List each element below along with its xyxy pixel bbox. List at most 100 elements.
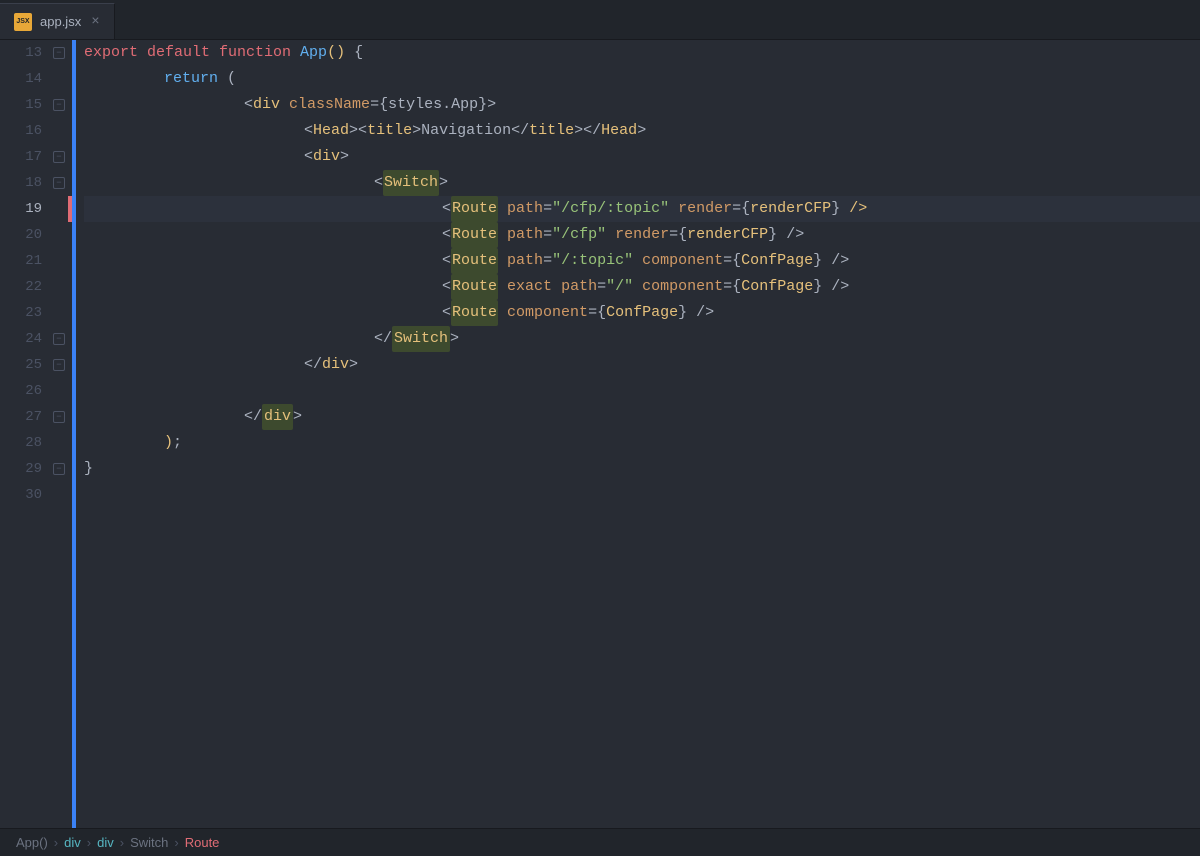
attr-path-21: path	[507, 248, 543, 274]
brace-20a: {	[678, 222, 687, 248]
space-22b	[552, 274, 561, 300]
space-21a	[498, 248, 507, 274]
ln-19: 19	[18, 196, 42, 222]
app-jsx-tab[interactable]: JSX app.jsx ×	[0, 3, 115, 39]
code-content[interactable]: export default function App() { return (…	[76, 40, 1200, 828]
ln-20: 20	[18, 222, 42, 248]
space-21b	[633, 248, 642, 274]
brace-20b: }	[768, 222, 777, 248]
tag-route-21: Route	[451, 248, 498, 274]
code-line-30	[84, 482, 1200, 508]
space-20a	[498, 222, 507, 248]
brace-19b: }	[831, 196, 840, 222]
tag-div-close-27: div	[262, 404, 293, 430]
lt-16: <	[304, 118, 313, 144]
fold-icon-15[interactable]: −	[53, 99, 65, 111]
eq-20a: =	[543, 222, 552, 248]
fold-18[interactable]: −	[50, 170, 68, 196]
fold-15[interactable]: −	[50, 92, 68, 118]
tag-switch-close-24: Switch	[392, 326, 450, 352]
kw-default: default	[147, 40, 219, 66]
space-20b	[606, 222, 615, 248]
code-area: 13 14 15 16 17 18 19 20 21 22 23 24 25 2…	[0, 40, 1200, 828]
attr-path-19: path	[507, 196, 543, 222]
breadcrumb: App() › div › div › Switch › Route	[16, 835, 219, 850]
val-rendercfp-20: renderCFP	[687, 222, 768, 248]
fold-27[interactable]: −	[50, 404, 68, 430]
code-line-28: );	[84, 430, 1200, 456]
code-line-29: }	[84, 456, 1200, 482]
gt-16b: >	[412, 118, 421, 144]
code-line-21: <Route path="/:topic" component={ConfPag…	[84, 248, 1200, 274]
bc-switch: Switch	[130, 835, 168, 850]
fold-29[interactable]: −	[50, 456, 68, 482]
ln-14: 14	[18, 66, 42, 92]
bc-arrow-4: ›	[174, 835, 178, 850]
fold-icon-18[interactable]: −	[53, 177, 65, 189]
fn-app: App	[300, 40, 327, 66]
code-line-23: <Route component={ConfPage} />	[84, 300, 1200, 326]
str-path-21: "/:topic"	[552, 248, 633, 274]
lt-16c: </	[511, 118, 529, 144]
lt-21: <	[442, 248, 451, 274]
attr-component-22: component	[642, 274, 723, 300]
ln-24: 24	[18, 326, 42, 352]
eq-23: =	[588, 300, 597, 326]
eq-22b: =	[723, 274, 732, 300]
ln-27: 27	[18, 404, 42, 430]
tab-bar: JSX app.jsx ×	[0, 0, 1200, 40]
fold-26	[50, 378, 68, 404]
fold-20	[50, 222, 68, 248]
code-line-20: <Route path="/cfp" render={renderCFP} />	[84, 222, 1200, 248]
ln-28: 28	[18, 430, 42, 456]
str-path-20: "/cfp"	[552, 222, 606, 248]
fold-23	[50, 300, 68, 326]
code-line-22: <Route exact path="/" component={ConfPag…	[84, 274, 1200, 300]
val-confpage-22: ConfPage	[741, 274, 813, 300]
brace-19a: {	[741, 196, 750, 222]
fold-22	[50, 274, 68, 300]
fold-25[interactable]: −	[50, 352, 68, 378]
brace-21b: }	[813, 248, 822, 274]
gt-25: >	[349, 352, 358, 378]
semi-28: ;	[173, 430, 182, 456]
fold-icon-29[interactable]: −	[53, 463, 65, 475]
val-rendercfp-19: renderCFP	[750, 196, 831, 222]
paren-28: )	[164, 430, 173, 456]
fold-17[interactable]: −	[50, 144, 68, 170]
fold-icon-24[interactable]: −	[53, 333, 65, 345]
fold-icon-13[interactable]: −	[53, 47, 65, 59]
tag-close-15: >	[487, 92, 496, 118]
editor: 13 14 15 16 17 18 19 20 21 22 23 24 25 2…	[0, 40, 1200, 828]
slash-gt-22: />	[831, 274, 849, 300]
slash-gt-20: />	[786, 222, 804, 248]
line-numbers: 13 14 15 16 17 18 19 20 21 22 23 24 25 2…	[0, 40, 50, 828]
fold-icon-25[interactable]: −	[53, 359, 65, 371]
brace-22b: }	[813, 274, 822, 300]
bc-div-1: div	[64, 835, 81, 850]
bc-app: App()	[16, 835, 48, 850]
attr-component-21: component	[642, 248, 723, 274]
eq-21b: =	[723, 248, 732, 274]
tab-close-button[interactable]: ×	[91, 14, 99, 30]
slash-gt-19: />	[849, 196, 867, 222]
paren-14: (	[218, 66, 236, 92]
space-15	[280, 92, 289, 118]
ln-18: 18	[18, 170, 42, 196]
tag-open-15: <	[244, 92, 253, 118]
code-line-14: return (	[84, 66, 1200, 92]
eq-22: =	[597, 274, 606, 300]
brace-23a: {	[597, 300, 606, 326]
fold-24[interactable]: −	[50, 326, 68, 352]
tag-div-close-25: div	[322, 352, 349, 378]
lt-17: <	[304, 144, 313, 170]
code-line-13: export default function App() {	[84, 40, 1200, 66]
fold-13[interactable]: −	[50, 40, 68, 66]
val-confpage-23: ConfPage	[606, 300, 678, 326]
eq-15: =	[370, 92, 379, 118]
fold-icon-27[interactable]: −	[53, 411, 65, 423]
attr-component-23: component	[507, 300, 588, 326]
fold-icon-17[interactable]: −	[53, 151, 65, 163]
styles-app: styles.App	[388, 92, 478, 118]
ln-23: 23	[18, 300, 42, 326]
